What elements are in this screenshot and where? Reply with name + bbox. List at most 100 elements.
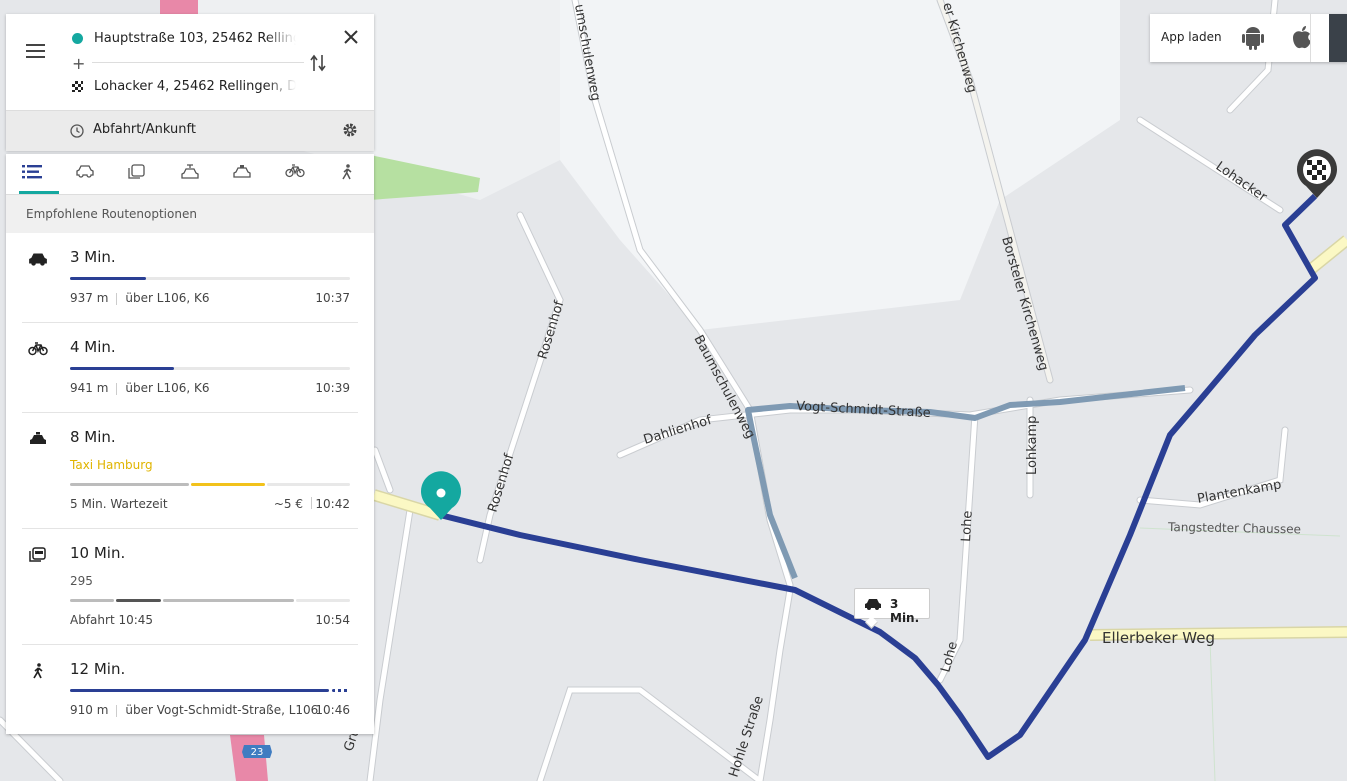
- route-option-bike[interactable]: 4 Min. 941 m über L106, K6 10:39: [22, 323, 358, 413]
- stop-divider: [92, 62, 304, 63]
- route-progress-bar: [70, 277, 350, 280]
- taxi-provider: Taxi Hamburg: [70, 458, 153, 472]
- ride-segment: [191, 483, 265, 486]
- wait-segment: [70, 483, 189, 486]
- taxi-icon: [233, 165, 251, 178]
- car-icon: [76, 165, 94, 178]
- tab-car[interactable]: [72, 164, 98, 186]
- app-download-label: App laden: [1161, 30, 1222, 44]
- recommended-options-header: Empfohlene Routenoptionen: [6, 195, 374, 233]
- route-distance: 941 m: [70, 381, 109, 395]
- menu-icon-line: [26, 56, 45, 58]
- route-meta: Abfahrt 10:45: [70, 613, 350, 627]
- meta-separator: [116, 292, 118, 305]
- route-duration: 8 Min.: [70, 428, 116, 446]
- route-option-car[interactable]: 3 Min. 937 m über L106, K6 10:37: [22, 233, 358, 323]
- rest-segment: [267, 483, 350, 486]
- destination-input[interactable]: Lohacker 4, 25462 Rellingen, Deutschland: [94, 79, 296, 94]
- route-meta: 941 m über L106, K6: [70, 381, 350, 395]
- meta-separator: [116, 382, 118, 395]
- taxi-icon: [30, 432, 46, 444]
- public-transport-icon: [29, 547, 46, 562]
- route-arrival-time: 10:42: [315, 497, 350, 511]
- road-shield: 23: [242, 745, 272, 758]
- street-label-ellerbeker: Ellerbeker Weg: [1102, 629, 1215, 647]
- transit-line: 295: [70, 574, 93, 588]
- route-progress-bar: [70, 367, 350, 370]
- route-distance: 937 m: [70, 291, 109, 305]
- app-bar-divider: [1310, 14, 1311, 62]
- destination-row[interactable]: Lohacker 4, 25462 Rellingen, Deutschland: [72, 79, 296, 94]
- tab-public-transport[interactable]: [124, 164, 150, 186]
- add-stop-button[interactable]: +: [72, 54, 85, 73]
- mode-tabs: [6, 154, 374, 195]
- carsharing-icon: [181, 164, 199, 179]
- meta-separator: [116, 704, 118, 717]
- bike-icon: [285, 164, 305, 178]
- street-label-lohe-1: Lohe: [959, 510, 976, 542]
- swap-stops-icon[interactable]: [309, 53, 327, 73]
- origin-row[interactable]: Hauptstraße 103, 25462 Rellingen, Deutsc…: [72, 31, 296, 46]
- route-duration: 12 Min.: [70, 660, 126, 678]
- tab-walk[interactable]: [334, 164, 360, 186]
- route-duration: 10 Min.: [70, 544, 126, 562]
- route-meta: 910 m über Vogt-Schmidt-Straße, L106: [70, 703, 350, 717]
- bike-icon: [28, 342, 48, 356]
- android-icon[interactable]: [1242, 26, 1264, 50]
- street-label-lohkamp: Lohkamp: [1025, 416, 1040, 475]
- departure-settings-bar[interactable]: Abfahrt/Ankunft: [6, 110, 374, 151]
- route-via: über Vogt-Schmidt-Straße, L106: [125, 703, 319, 717]
- menu-button[interactable]: [26, 44, 45, 58]
- route-duration-badge[interactable]: 3 Min.: [854, 588, 930, 629]
- section-title: Empfohlene Routenoptionen: [26, 207, 197, 221]
- public-transport-icon: [128, 164, 145, 179]
- street-label-tangstedter: Tangstedter Chaussee: [1167, 520, 1301, 536]
- route-duration: 4 Min.: [70, 338, 116, 356]
- tab-carsharing[interactable]: [177, 164, 203, 186]
- walk-segment: [70, 599, 114, 602]
- collapse-toggle[interactable]: [1329, 14, 1347, 62]
- route-option-public-transport[interactable]: 10 Min. 295 Abfahrt 10:45 10:54: [22, 529, 358, 645]
- tab-overview[interactable]: [20, 164, 46, 186]
- route-via: über L106, K6: [125, 381, 210, 395]
- route-arrival-time: 10:37: [315, 291, 350, 305]
- tab-bike[interactable]: [282, 164, 308, 186]
- walk-segment: [163, 599, 294, 602]
- list-icon: [22, 165, 42, 179]
- active-tab-indicator: [19, 191, 59, 194]
- gear-icon[interactable]: [342, 122, 358, 138]
- route-arrival-time: 10:46: [315, 703, 350, 717]
- app-download-bar: App laden: [1150, 14, 1347, 62]
- origin-input[interactable]: Hauptstraße 103, 25462 Rellingen, Deutsc…: [94, 31, 296, 46]
- tab-taxi[interactable]: [229, 164, 255, 186]
- route-distance: 910 m: [70, 703, 109, 717]
- dotted-segment: [332, 689, 350, 692]
- route-option-taxi[interactable]: 8 Min. Taxi Hamburg 5 Min. Wartezeit ~5 …: [22, 413, 358, 529]
- car-icon: [865, 599, 881, 610]
- route-progress-fill: [70, 367, 174, 370]
- clock-icon: [70, 124, 84, 138]
- walk-segment: [70, 689, 329, 692]
- route-option-walk[interactable]: 12 Min. 910 m über Vogt-Schmidt-Straße, L…: [22, 645, 358, 733]
- taxi-wait: 5 Min. Wartezeit: [70, 497, 168, 511]
- route-progress-bar: [70, 599, 350, 602]
- route-progress-fill: [70, 277, 146, 280]
- menu-icon-line: [26, 50, 45, 52]
- close-icon[interactable]: [342, 28, 360, 46]
- checkered-flag-icon: [72, 81, 83, 92]
- route-meta: 5 Min. Wartezeit: [70, 497, 350, 511]
- taxi-price: ~5 €: [273, 497, 303, 511]
- route-arrival-time: 10:39: [315, 381, 350, 395]
- rest-segment: [296, 599, 350, 602]
- route-arrival-time: 10:54: [315, 613, 350, 627]
- car-icon: [29, 253, 47, 266]
- route-search-panel: Hauptstraße 103, 25462 Rellingen, Deutsc…: [6, 14, 374, 151]
- apple-icon[interactable]: [1292, 25, 1312, 49]
- route-duration: 3 Min.: [70, 248, 116, 266]
- meta-separator: [311, 497, 312, 509]
- route-progress-bar: [70, 483, 350, 486]
- route-meta: 937 m über L106, K6: [70, 291, 350, 305]
- route-badge-duration: 3 Min.: [890, 597, 920, 625]
- menu-icon: [26, 44, 45, 46]
- departure-arrival-label[interactable]: Abfahrt/Ankunft: [93, 122, 196, 137]
